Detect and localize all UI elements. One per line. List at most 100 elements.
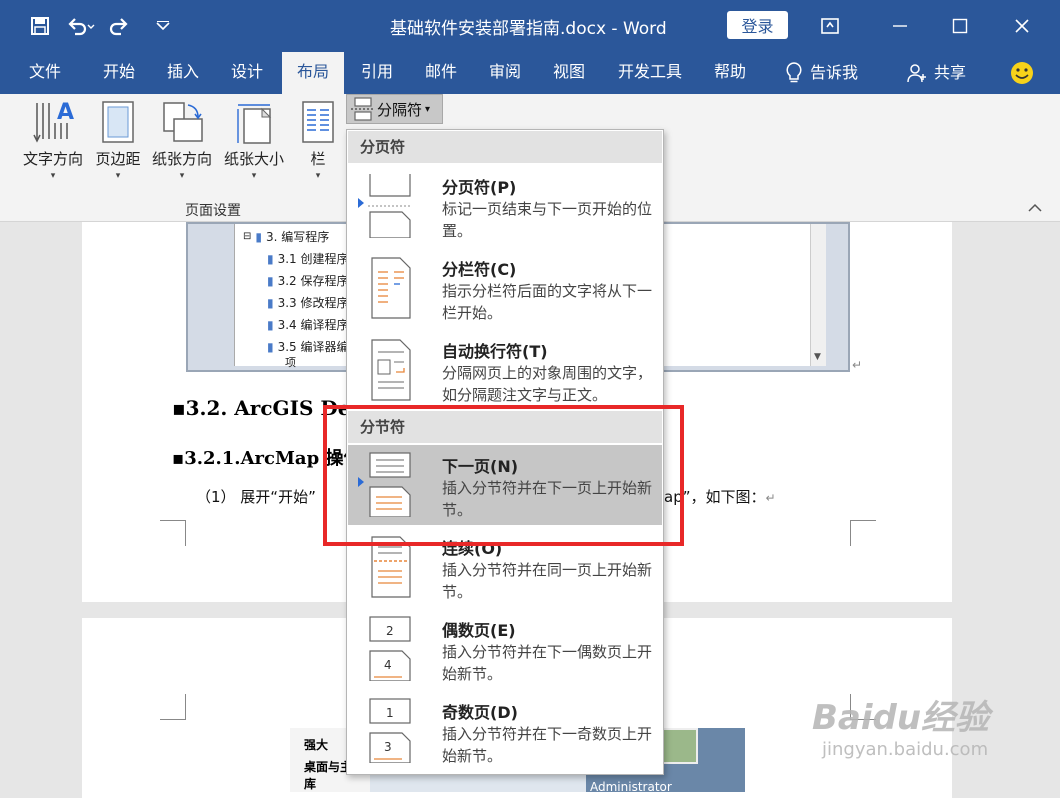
menu-item-description: 插入分节符并在下一奇数页上开始新节。 [442, 725, 653, 765]
paper-size-icon [232, 98, 276, 146]
chevron-down-icon: ▾ [315, 171, 321, 181]
page-breaks-header: 分页符 [348, 131, 662, 163]
tab-layout[interactable]: 布局 [282, 52, 344, 94]
start-menu-item: ... [304, 778, 314, 789]
tree-scrollbar[interactable]: ▼ [810, 224, 826, 366]
menu-item-odd-page[interactable]: 13 奇数页(D) 插入分节符并在下一奇数页上开始新节。 [348, 691, 662, 771]
chevron-down-icon: ▾ [179, 171, 185, 181]
breaks-label: 分隔符 [377, 100, 423, 119]
lightbulb-icon [786, 62, 802, 83]
smiley-icon [1011, 62, 1033, 84]
ribbon-display-options-button[interactable] [800, 0, 860, 52]
margins-icon [96, 98, 140, 146]
undo-icon [68, 18, 95, 36]
chevron-down-icon: ▾ [251, 171, 257, 181]
svg-text:4: 4 [384, 658, 392, 672]
redo-icon [109, 18, 128, 36]
menu-item-title: 奇数页(D) [442, 703, 518, 722]
scroll-down-arrow-icon[interactable]: ▼ [814, 352, 821, 362]
menu-item-description: 插入分节符并在下一偶数页上开始新节。 [442, 643, 653, 683]
book-icon: ▮ [267, 317, 274, 332]
book-icon: ▮ [267, 339, 274, 354]
menu-item-even-page[interactable]: 24 偶数页(E) 插入分节符并在下一偶数页上开始新节。 [348, 609, 662, 689]
menu-item-title: 自动换行符(T) [442, 342, 548, 361]
tree-item: ▮ 3.2 保存程序 [267, 273, 349, 289]
tab-insert[interactable]: 插入 [152, 52, 214, 94]
maximize-button[interactable] [930, 0, 990, 52]
menu-item-text-wrapping-break[interactable]: 自动换行符(T) 分隔网页上的对象周围的文字，如分隔题注文字与正文。 [348, 330, 662, 410]
tab-design[interactable]: 设计 [216, 52, 278, 94]
menu-item-page-break[interactable]: 分页符(P) 标记一页结束与下一页开始的位置。 [348, 166, 662, 246]
tab-review[interactable]: 审阅 [474, 52, 536, 94]
collapse-ribbon-button[interactable] [1028, 202, 1042, 216]
margins-label: 页边距 [95, 150, 141, 168]
svg-text:1: 1 [386, 706, 394, 720]
close-button[interactable] [992, 0, 1052, 52]
size-button[interactable]: 纸张大小 ▾ [219, 98, 289, 190]
menu-item-description: 分隔网页上的对象周围的文字，如分隔题注文字与正文。 [442, 364, 653, 404]
undo-button[interactable] [58, 8, 102, 44]
tree-item-tail: 项 [285, 356, 296, 369]
book-icon: ▮ [267, 273, 274, 288]
page-setup-group-label: 页面设置 [185, 203, 241, 219]
orientation-label: 纸张方向 [151, 150, 212, 168]
share-button[interactable]: 共享 [896, 52, 976, 94]
crop-mark [160, 520, 186, 546]
columns-label: 栏 [310, 150, 326, 168]
page-break-icon [368, 174, 412, 238]
minimize-icon [893, 25, 907, 27]
tab-file[interactable]: 文件 [14, 52, 76, 94]
tab-references[interactable]: 引用 [346, 52, 408, 94]
collapse-icon: ⊟ [243, 231, 252, 242]
tree-item: ▮ 3.4 编译程序 [267, 317, 349, 333]
columns-button[interactable]: 栏 ▾ [296, 98, 340, 190]
menu-item-description: 标记一页结束与下一页开始的位置。 [442, 200, 653, 240]
menu-item-column-break[interactable]: 分栏符(C) 指示分栏符后面的文字将从下一栏开始。 [348, 248, 662, 328]
orientation-icon [160, 98, 204, 146]
text-direction-button[interactable]: A 文字方向 ▾ [18, 98, 88, 190]
heading-bullet: ▪ [172, 448, 185, 469]
crop-mark [850, 520, 876, 546]
tell-me-box[interactable]: 告诉我 [772, 52, 872, 94]
document-title: 基础软件安装部署指南.docx - Word [390, 19, 667, 39]
tab-help[interactable]: 帮助 [700, 52, 760, 94]
menu-item-description: 插入分节符并在同一页上开始新节。 [442, 561, 653, 601]
maximize-icon [952, 18, 968, 34]
paragraph-mark-icon: ↵ [852, 358, 863, 372]
person-add-icon [907, 64, 926, 83]
minimize-button[interactable] [870, 0, 930, 52]
tree-item: ▮ 3.5 编译器编 [267, 339, 349, 355]
redo-button[interactable] [102, 8, 138, 44]
tab-developer[interactable]: 开发工具 [608, 52, 692, 94]
breaks-button[interactable]: 分隔符 ▾ [346, 94, 443, 124]
paragraph-step-1-left: （1） 展开“开始” [196, 488, 316, 506]
chevron-down-icon: ▾ [50, 171, 56, 181]
orientation-button[interactable]: 纸张方向 ▾ [147, 98, 217, 190]
tab-home[interactable]: 开始 [88, 52, 150, 94]
watermark-url: jingyan.baidu.com [822, 739, 989, 760]
menu-item-description: 指示分栏符后面的文字将从下一栏开始。 [442, 282, 653, 322]
tree-item: ▮ 3.1 创建程序 [267, 251, 349, 267]
feedback-smiley-button[interactable] [1000, 52, 1044, 94]
tree-item: ⊟ ▮ 3. 编写程序 [243, 229, 330, 245]
chevron-down-icon: ▾ [425, 103, 431, 115]
chevron-down-icon [156, 21, 170, 31]
tree-item: ▮ 3.3 修改程序 [267, 295, 349, 311]
watermark-brand: Baidu经验 [812, 698, 990, 738]
tab-view[interactable]: 视图 [538, 52, 600, 94]
save-button[interactable] [22, 8, 58, 44]
start-menu-item: 强大 [304, 738, 329, 752]
even-page-break-icon: 24 [369, 616, 411, 681]
save-icon [31, 17, 49, 35]
svg-text:A: A [57, 100, 74, 125]
menu-item-title: 分页符(P) [442, 178, 517, 197]
customize-qat-button[interactable] [138, 8, 188, 44]
close-icon [1015, 19, 1029, 33]
margins-button[interactable]: 页边距 ▾ [90, 98, 146, 190]
text-wrapping-break-icon [371, 339, 411, 401]
tab-mailings[interactable]: 邮件 [410, 52, 472, 94]
text-direction-label: 文字方向 [22, 150, 83, 168]
chevron-down-icon: ▾ [115, 171, 121, 181]
login-button[interactable]: 登录 [727, 11, 788, 39]
book-icon: ▮ [267, 251, 274, 266]
